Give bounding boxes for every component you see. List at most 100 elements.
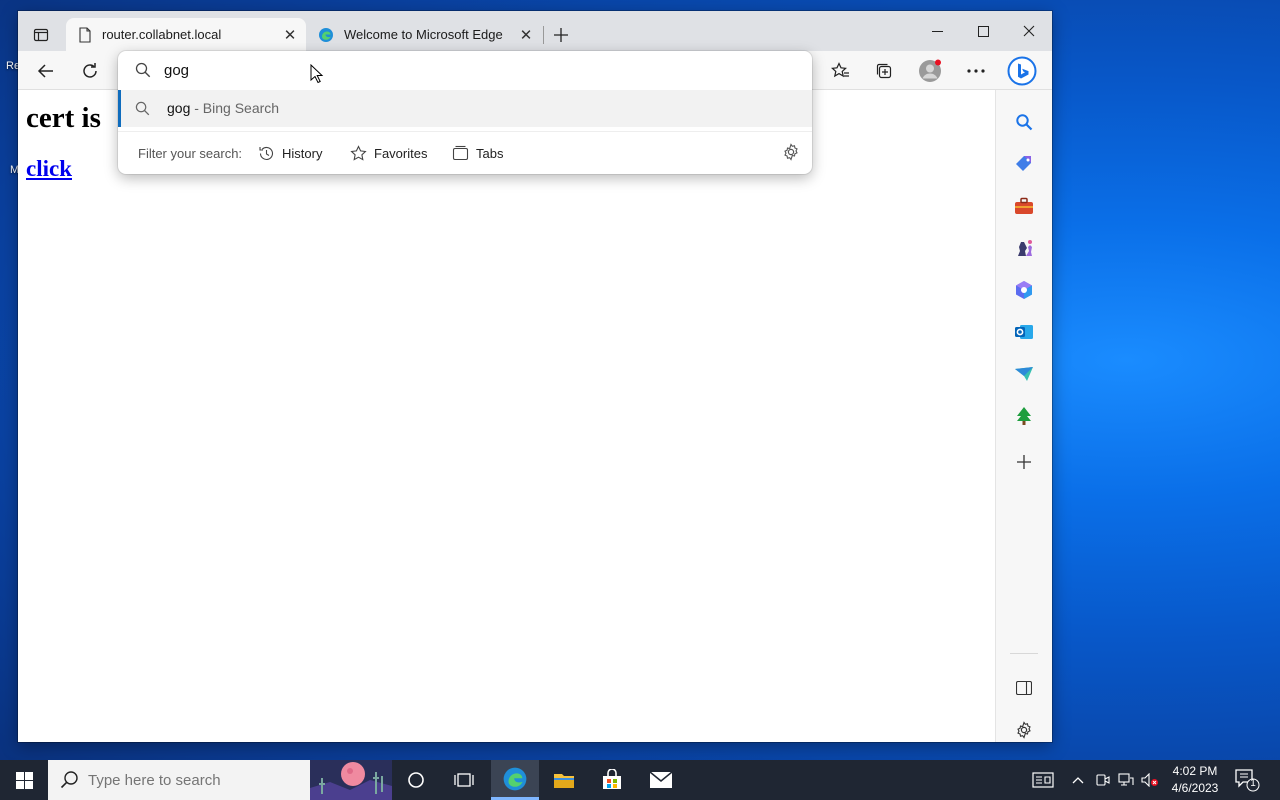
search-highlight-illustration: [310, 760, 392, 800]
suggestion-text: gog - Bing Search: [167, 100, 279, 116]
shopping-tag-icon: [1016, 156, 1031, 171]
taskbar-store[interactable]: [588, 760, 636, 800]
close-tab-icon[interactable]: ✕: [516, 25, 536, 45]
meet-now-button[interactable]: [1094, 760, 1112, 800]
sidebar-search[interactable]: [1010, 108, 1038, 136]
sidebar-tools[interactable]: [1010, 192, 1038, 220]
filter-tabs[interactable]: Tabs: [452, 142, 503, 164]
clock-date: 4/6/2023: [1171, 781, 1219, 795]
history-icon: [259, 146, 274, 160]
refresh-button[interactable]: [74, 55, 106, 87]
sidebar-toggle[interactable]: [1010, 674, 1038, 702]
cortana-button[interactable]: [392, 760, 440, 800]
clock[interactable]: 4:02 PM 4/6/2023: [1164, 763, 1226, 797]
sidebar-office[interactable]: [1010, 276, 1038, 304]
close-icon: [1023, 25, 1035, 37]
address-input[interactable]: [164, 59, 664, 81]
notification-icon: [1235, 769, 1260, 792]
notification-count: 1: [1250, 778, 1256, 789]
plus-icon: [1017, 455, 1031, 469]
tab-welcome-edge[interactable]: Welcome to Microsoft Edge ✕: [306, 18, 542, 51]
minimize-icon: [931, 30, 943, 32]
collections-button[interactable]: [868, 55, 900, 87]
filter-history[interactable]: History: [258, 142, 322, 164]
sidebar-settings[interactable]: [1010, 716, 1038, 744]
taskbar-file-explorer[interactable]: [540, 760, 588, 800]
page-icon: [79, 26, 91, 43]
edge-sidebar: [995, 90, 1052, 742]
tab-strip: router.collabnet.local ✕ Welcome to Micr…: [18, 11, 1052, 51]
search-icon: [135, 101, 150, 116]
star-icon: [350, 144, 367, 161]
bing-chat-button[interactable]: [1006, 55, 1038, 87]
show-hidden-icons-button[interactable]: [1068, 760, 1088, 800]
outlook-icon: [1015, 325, 1033, 339]
tab-router[interactable]: router.collabnet.local ✕: [66, 18, 306, 51]
sidebar-outlook[interactable]: [1010, 318, 1038, 346]
tab-actions-button[interactable]: [26, 20, 56, 50]
clock-time: 4:02 PM: [1172, 764, 1218, 778]
sidebar-add[interactable]: [1010, 448, 1038, 476]
tabs-icon: [452, 145, 469, 160]
plus-icon: [554, 28, 568, 42]
windows-logo-icon: [15, 771, 33, 789]
close-tab-icon[interactable]: ✕: [280, 25, 300, 45]
task-view-button[interactable]: [440, 760, 488, 800]
page-link[interactable]: click: [26, 156, 72, 182]
suggestion-source: - Bing Search: [190, 100, 280, 116]
back-button[interactable]: [30, 55, 62, 87]
taskbar-edge[interactable]: [491, 760, 539, 800]
profile-button[interactable]: [914, 55, 946, 87]
start-button[interactable]: [0, 760, 48, 800]
chess-piece-icon: [1018, 240, 1032, 256]
cortana-circle-icon: [408, 772, 424, 788]
action-center-button[interactable]: 1: [1234, 768, 1262, 797]
tab-title: Welcome to Microsoft Edge: [344, 27, 503, 42]
minimize-button[interactable]: [914, 11, 960, 51]
filter-label: Filter your search:: [138, 146, 243, 161]
sidebar-divider: [1010, 653, 1038, 654]
search-icon: [135, 62, 151, 78]
sidebar-games[interactable]: [1010, 234, 1038, 262]
suggestion-item[interactable]: gog - Bing Search: [118, 90, 812, 127]
camera-icon: [1096, 774, 1110, 786]
volume-button[interactable]: [1140, 760, 1160, 800]
network-icon: [1118, 773, 1134, 786]
search-settings-button[interactable]: [782, 143, 800, 166]
tab-separator: [543, 26, 544, 44]
refresh-icon: [83, 63, 97, 78]
favorites-button[interactable]: [824, 55, 856, 87]
settings-more-button[interactable]: [960, 55, 992, 87]
new-tab-button[interactable]: [548, 22, 574, 48]
taskbar-search[interactable]: [48, 760, 392, 800]
favorites-star-icon: [830, 62, 849, 78]
maximize-button[interactable]: [960, 11, 1006, 51]
task-view-icon: [454, 773, 474, 787]
filter-history-label: History: [282, 145, 323, 161]
gear-icon: [784, 143, 798, 161]
network-button[interactable]: [1116, 760, 1136, 800]
office-icon: [1016, 281, 1032, 299]
page-heading: cert is: [26, 102, 101, 134]
filter-tabs-label: Tabs: [476, 145, 504, 161]
chevron-up-icon: [1072, 777, 1084, 784]
page-content: cert is click: [18, 90, 995, 742]
filter-favorites[interactable]: Favorites: [350, 142, 427, 164]
search-icon: [1016, 114, 1033, 131]
tree-icon: [1017, 407, 1031, 425]
news-widget-button[interactable]: [1028, 760, 1058, 800]
sidebar-drop[interactable]: [1010, 360, 1038, 388]
folder-icon: [554, 774, 574, 788]
edge-icon: [319, 27, 333, 42]
send-plane-icon: [1015, 367, 1033, 381]
filter-favorites-label: Favorites: [374, 145, 428, 161]
sidebar-panel-icon: [1016, 681, 1032, 695]
store-bag-icon: [603, 769, 621, 789]
mouse-cursor-icon: [310, 64, 324, 84]
search-filter-row: Filter your search: History Favorites Ta…: [118, 131, 812, 174]
taskbar-search-input[interactable]: [88, 770, 308, 790]
taskbar-mail[interactable]: [637, 760, 685, 800]
sidebar-shopping[interactable]: [1010, 150, 1038, 178]
sidebar-tree[interactable]: [1010, 402, 1038, 430]
close-window-button[interactable]: [1006, 11, 1052, 51]
